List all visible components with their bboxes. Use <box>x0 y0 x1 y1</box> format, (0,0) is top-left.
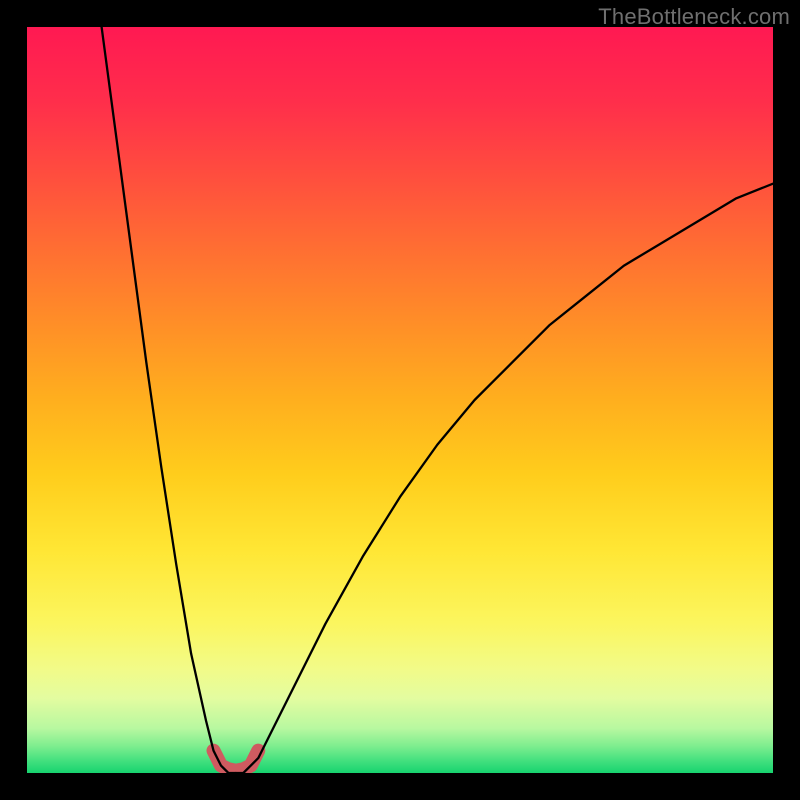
bottleneck-curve-left <box>102 27 236 773</box>
chart-frame: TheBottleneck.com <box>0 0 800 800</box>
bottleneck-curve-right <box>236 184 773 773</box>
curve-layer <box>27 27 773 773</box>
plot-area <box>27 27 773 773</box>
optimal-highlight-curve <box>214 751 259 771</box>
watermark-text: TheBottleneck.com <box>598 4 790 30</box>
